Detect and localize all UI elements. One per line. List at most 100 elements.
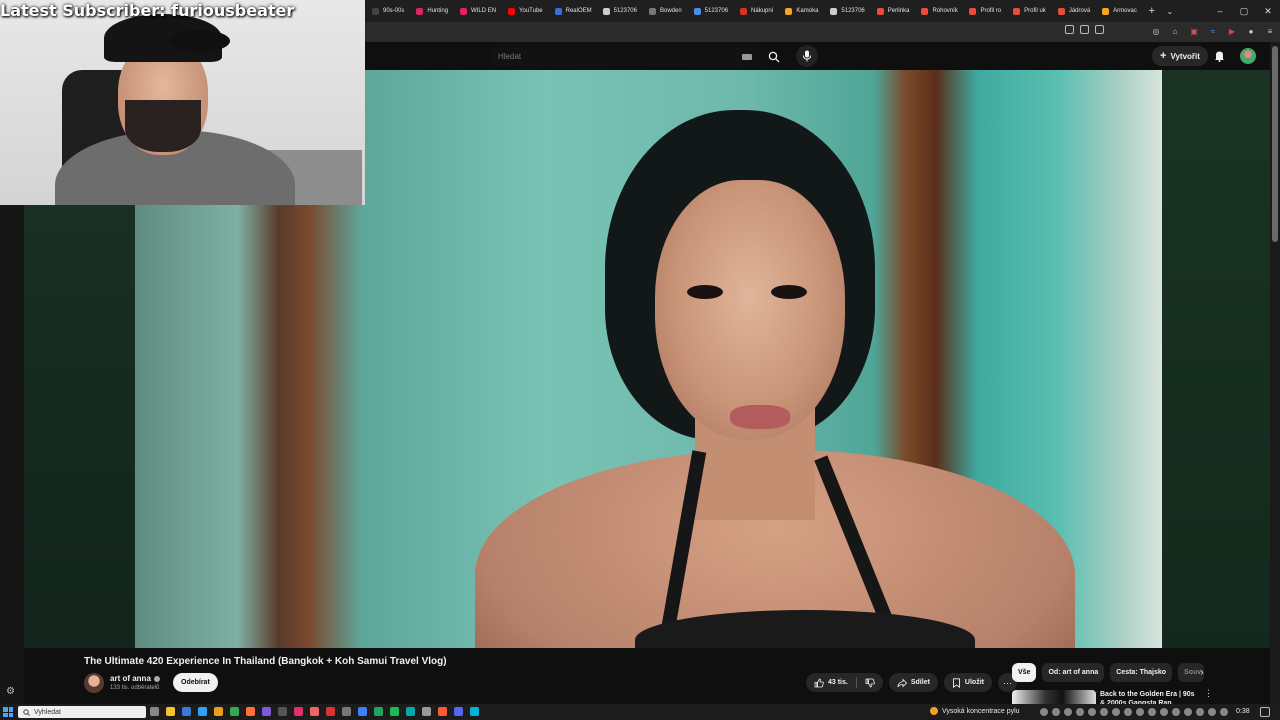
app-icon[interactable] [214, 707, 223, 716]
browser-tab[interactable]: YouTube [502, 0, 549, 22]
like-button[interactable]: 43 tis. [806, 673, 856, 692]
share-button[interactable]: Sdílet [888, 673, 938, 692]
screenshot-icon[interactable] [1065, 25, 1074, 34]
chip-from-channel[interactable]: Od: art of anna [1042, 663, 1105, 682]
tray-icon[interactable] [1112, 708, 1120, 716]
tray-icon[interactable] [1160, 708, 1168, 716]
app-icon[interactable] [294, 707, 303, 716]
discord-icon[interactable] [454, 707, 463, 716]
tray-icon[interactable] [1136, 708, 1144, 716]
bookmark-star-icon[interactable] [1095, 25, 1104, 34]
search-input[interactable] [498, 52, 718, 61]
browser-tab[interactable]: 5123706 [688, 0, 734, 22]
weather-notice[interactable]: Vysoká koncentrace pylu [930, 707, 1020, 715]
extension-icon[interactable]: ◎ [1150, 25, 1162, 37]
file-explorer-icon[interactable] [166, 707, 175, 716]
browser-tab[interactable]: Nákupní [734, 0, 779, 22]
new-tab-button[interactable]: + [1143, 0, 1161, 22]
browser-tab[interactable]: 5123706 [597, 0, 643, 22]
app-icon[interactable] [278, 707, 287, 716]
browser-tab[interactable]: WILD EN [454, 0, 502, 22]
minimize-button[interactable]: – [1208, 0, 1232, 22]
browser-tab[interactable]: Profil uk [1007, 0, 1052, 22]
chip-all[interactable]: Vše [1012, 663, 1037, 682]
notification-center-icon[interactable] [1260, 707, 1270, 717]
app-icon[interactable] [262, 707, 271, 716]
browser-tab[interactable]: RealOEM [549, 0, 597, 22]
tray-icon[interactable] [1172, 708, 1180, 716]
browser-tab[interactable]: Hunting [410, 0, 454, 22]
tab-list-button[interactable]: ⌄ [1161, 0, 1179, 22]
browser-tab[interactable]: Kamoka [779, 0, 824, 22]
chip-travel-thailand[interactable]: Cesta: Thajsko [1110, 663, 1173, 682]
save-button[interactable]: Uložit [943, 673, 992, 692]
app-icon[interactable] [310, 707, 319, 716]
tray-icon[interactable] [1052, 708, 1060, 716]
recommended-video-thumbnail[interactable] [1012, 690, 1096, 704]
app-icon[interactable] [422, 707, 431, 716]
page-scrollbar[interactable] [1270, 42, 1280, 704]
reader-icon[interactable] [1080, 25, 1089, 34]
tray-icon[interactable] [1100, 708, 1108, 716]
tray-icon[interactable] [1196, 708, 1204, 716]
keyboard-icon[interactable] [742, 54, 752, 60]
profile-icon[interactable]: ● [1245, 25, 1257, 37]
notifications-button[interactable] [1211, 48, 1227, 64]
extension-icon[interactable]: ▣ [1188, 25, 1200, 37]
tab-favicon [1102, 7, 1110, 15]
clock[interactable]: 0:38 [1236, 708, 1250, 715]
menu-icon[interactable]: ≡ [1264, 25, 1276, 37]
chips-next-button[interactable]: › [1194, 664, 1210, 680]
app-icon[interactable] [182, 707, 191, 716]
tray-icon[interactable] [1208, 708, 1216, 716]
tray-icon[interactable] [1040, 708, 1048, 716]
tray-icon[interactable] [1184, 708, 1192, 716]
tray-icon[interactable] [1064, 708, 1072, 716]
browser-tab[interactable]: Bowden [643, 0, 688, 22]
app-icon[interactable] [470, 707, 479, 716]
app-icon[interactable] [326, 707, 335, 716]
chrome-icon[interactable] [230, 707, 239, 716]
browser-tab[interactable]: Profil ro [963, 0, 1007, 22]
browser-tab[interactable]: Perlinka [871, 0, 916, 22]
tray-icon[interactable] [1124, 708, 1132, 716]
close-window-button[interactable]: ✕ [1256, 0, 1280, 22]
spotify-icon[interactable] [390, 707, 399, 716]
maximize-button[interactable]: ▢ [1232, 0, 1256, 22]
start-button[interactable] [3, 707, 13, 717]
extension-icon[interactable]: ⌂ [1169, 25, 1181, 37]
browser-tab[interactable]: Rohovník [915, 0, 963, 22]
recommended-video-menu[interactable]: ⋮ [1204, 688, 1213, 699]
channel-avatar[interactable] [84, 673, 104, 693]
taskbar-search[interactable]: Vyhledat [18, 706, 146, 718]
search-button[interactable] [762, 46, 785, 67]
browser-tab[interactable]: Jádrová [1052, 0, 1096, 22]
recommended-video-title[interactable]: Back to the Golden Era | 90s & 2000s Gan… [1100, 690, 1200, 704]
app-icon[interactable] [438, 707, 447, 716]
browser-tab[interactable]: 5123706 [824, 0, 870, 22]
gear-icon[interactable]: ⚙ [6, 686, 15, 697]
app-icon[interactable] [406, 707, 415, 716]
subscribe-button[interactable]: Odebírat [173, 673, 218, 692]
tray-icon[interactable] [1148, 708, 1156, 716]
channel-name[interactable]: art of anna [110, 674, 160, 683]
app-icon[interactable] [342, 707, 351, 716]
create-button[interactable]: + Vytvořit [1152, 46, 1208, 66]
browser-tab[interactable]: 90s-00s [366, 0, 410, 22]
app-icon[interactable] [198, 707, 207, 716]
tray-icon[interactable] [1088, 708, 1096, 716]
browser-tab[interactable]: Armovac [1096, 0, 1143, 22]
firefox-icon[interactable] [246, 707, 255, 716]
tray-icon[interactable] [1220, 708, 1228, 716]
search-box[interactable] [489, 47, 761, 66]
task-view-icon[interactable] [150, 707, 159, 716]
dislike-button[interactable] [857, 673, 883, 692]
app-icon[interactable] [374, 707, 383, 716]
app-icon[interactable] [358, 707, 367, 716]
scrollbar-thumb[interactable] [1272, 46, 1278, 242]
extension-icon[interactable]: ≈ [1207, 25, 1219, 37]
voice-search-button[interactable] [796, 45, 818, 67]
account-avatar[interactable] [1240, 48, 1256, 64]
tray-icon[interactable] [1076, 708, 1084, 716]
extension-icon[interactable]: ▶ [1226, 25, 1238, 37]
